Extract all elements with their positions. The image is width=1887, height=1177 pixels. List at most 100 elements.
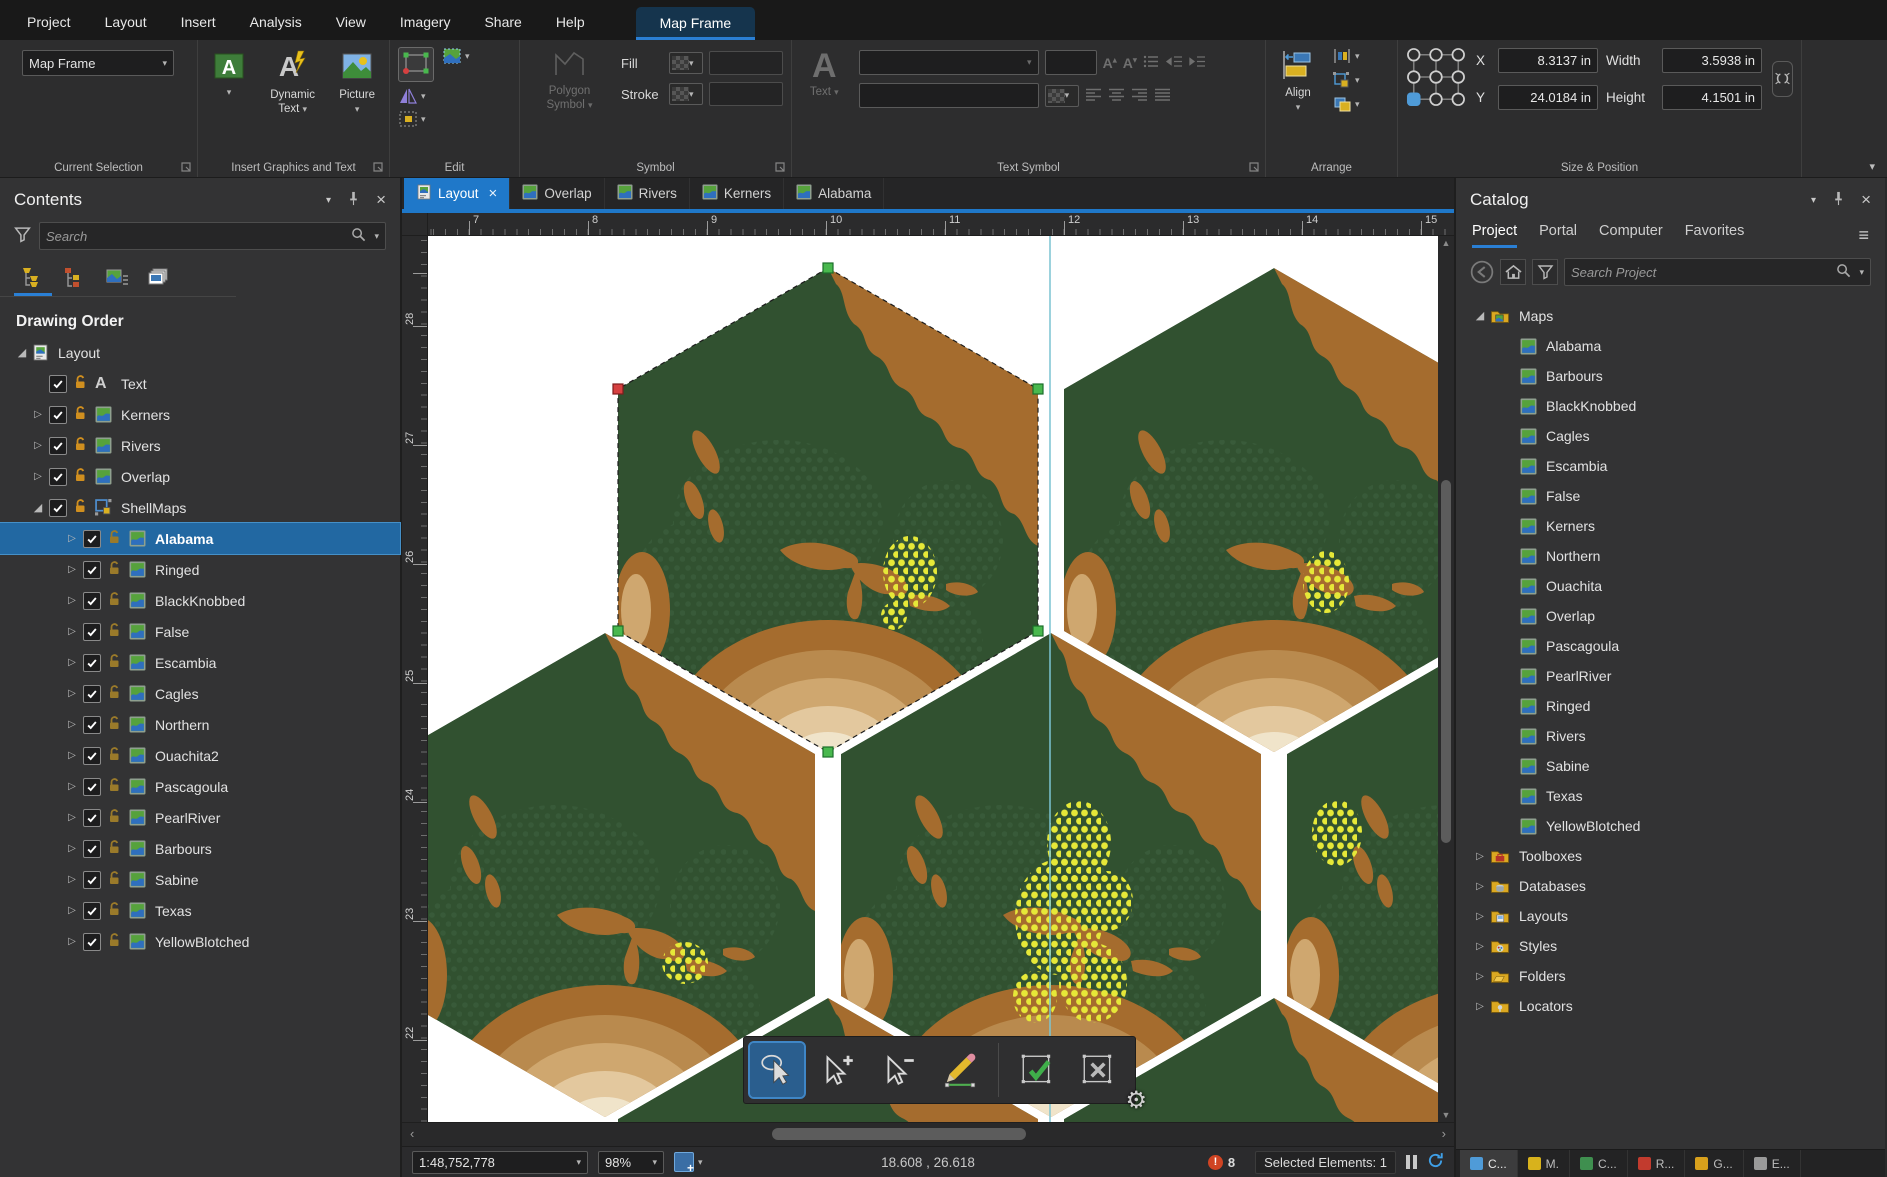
layout-tab[interactable]: Rivers <box>605 178 690 209</box>
catalog-map-item[interactable]: Northern <box>1456 541 1885 571</box>
close-panel-icon[interactable]: × <box>376 193 386 207</box>
visibility-checkbox[interactable] <box>83 685 101 703</box>
visibility-checkbox[interactable] <box>49 375 67 393</box>
contents-layer-row[interactable]: ▷ Cagles <box>0 678 400 709</box>
contents-layer-row[interactable]: ▷ Kerners <box>0 399 400 430</box>
layout-tab[interactable]: Layout × <box>404 178 510 209</box>
bullet-list-icon[interactable] <box>1143 54 1160 72</box>
dock-tab[interactable]: M. <box>1518 1150 1570 1177</box>
catalog-tab[interactable]: Favorites <box>1685 223 1745 248</box>
shrink-font-icon[interactable]: A▾ <box>1123 55 1137 71</box>
catalog-folder-item[interactable]: ▷ Folders <box>1456 961 1885 991</box>
align-button[interactable]: Align▾ <box>1274 47 1322 117</box>
expander-icon[interactable]: ▷ <box>64 905 80 916</box>
catalog-map-item[interactable]: Rivers <box>1456 721 1885 751</box>
expander-icon[interactable]: ▷ <box>64 874 80 885</box>
catalog-folder-item[interactable]: ▷ Databases <box>1456 871 1885 901</box>
width-value-field[interactable]: 3.5938 in <box>1662 48 1762 73</box>
catalog-map-item[interactable]: Pascagoula <box>1456 631 1885 661</box>
sketch-pencil-button[interactable] <box>933 1043 987 1097</box>
menu-item[interactable]: View <box>319 4 383 40</box>
catalog-map-item[interactable]: Ouachita <box>1456 571 1885 601</box>
close-tab-icon[interactable]: × <box>485 188 498 200</box>
cancel-edit-button[interactable] <box>1071 1043 1125 1097</box>
order-button[interactable]: ▾ <box>1332 95 1360 113</box>
refresh-icon[interactable] <box>1427 1152 1444 1172</box>
visibility-checkbox[interactable] <box>83 933 101 951</box>
pause-drawing-icon[interactable] <box>1406 1155 1417 1169</box>
layout-tab[interactable]: Kerners <box>690 178 784 209</box>
visibility-checkbox[interactable] <box>83 778 101 796</box>
justify-icon[interactable] <box>1154 87 1171 105</box>
contents-layer-row[interactable]: ▷ YellowBlotched <box>0 926 400 957</box>
contents-layer-row[interactable]: ▷ Northern <box>0 709 400 740</box>
catalog-tab[interactable]: Portal <box>1539 223 1577 248</box>
insert-text-button[interactable]: A ▾ <box>206 47 252 119</box>
height-value-field[interactable]: 4.1501 in <box>1662 85 1762 110</box>
vertical-scrollbar[interactable]: ▲ ▼ <box>1438 236 1454 1122</box>
dialog-launcher-icon[interactable] <box>372 161 384 173</box>
picture-button[interactable]: Picture ▾ <box>333 47 381 119</box>
align-left-icon[interactable] <box>1085 87 1102 105</box>
polygon-symbol-button[interactable]: Polygon Symbol ▾ <box>528 47 611 115</box>
catalog-search-input[interactable] <box>1571 265 1836 280</box>
expander-icon[interactable]: ▷ <box>64 688 80 699</box>
visibility-checkbox[interactable] <box>83 747 101 765</box>
visibility-checkbox[interactable] <box>49 406 67 424</box>
align-center-icon[interactable] <box>1108 87 1125 105</box>
grow-font-icon[interactable]: A▴ <box>1103 55 1117 71</box>
back-icon[interactable] <box>1470 260 1494 284</box>
font-combo[interactable]: ▾ <box>859 50 1039 75</box>
lasso-select-button[interactable] <box>750 1043 804 1097</box>
dynamic-text-button[interactable]: A Dynamic Text ▾ <box>258 47 327 119</box>
catalog-tab[interactable]: Computer <box>1599 223 1663 248</box>
flip-button[interactable]: ▾ <box>398 87 434 105</box>
selection-handle[interactable] <box>1033 626 1043 636</box>
context-tab-map-frame[interactable]: Map Frame <box>636 7 756 40</box>
expander-icon[interactable]: ▷ <box>1472 911 1488 922</box>
menu-item[interactable]: Help <box>539 4 602 40</box>
anchor-point-grid[interactable] <box>1406 47 1466 110</box>
visibility-checkbox[interactable] <box>83 530 101 548</box>
text-color-swatch[interactable]: ▾ <box>1045 85 1079 107</box>
visibility-checkbox[interactable] <box>49 468 67 486</box>
horizontal-scroll-thumb[interactable] <box>772 1128 1026 1140</box>
expander-icon[interactable]: ▷ <box>64 936 80 947</box>
font-size-combo[interactable] <box>1045 50 1097 75</box>
stroke-color-swatch[interactable]: ▾ <box>669 83 703 105</box>
contents-layer-row[interactable]: ▷ Rivers <box>0 430 400 461</box>
map-scale-combo[interactable]: 1:48,752,778 ▾ <box>412 1151 588 1174</box>
expander-icon[interactable]: ▷ <box>64 564 80 575</box>
expander-icon[interactable]: ▷ <box>1472 941 1488 952</box>
distribute-button[interactable]: ▾ <box>1332 47 1360 65</box>
catalog-map-item[interactable]: Kerners <box>1456 511 1885 541</box>
contents-root-layout[interactable]: ◢ Layout <box>0 337 400 368</box>
contents-layer-row[interactable]: ▷ Texas <box>0 895 400 926</box>
expander-icon[interactable]: ◢ <box>30 501 46 514</box>
visibility-checkbox[interactable] <box>83 561 101 579</box>
menu-item[interactable]: Share <box>467 4 538 40</box>
align-right-icon[interactable] <box>1131 87 1148 105</box>
remove-vertex-button[interactable] <box>872 1043 926 1097</box>
panel-menu-icon[interactable]: ▾ <box>326 195 331 206</box>
clip-button[interactable]: ▾ <box>398 110 434 128</box>
text-field-combo[interactable] <box>859 83 1039 108</box>
close-panel-icon[interactable]: × <box>1861 193 1871 207</box>
menu-item[interactable]: Project <box>10 4 88 40</box>
map-frame-navigation-button[interactable]: ▾ <box>674 1152 703 1172</box>
finish-edit-button[interactable] <box>1010 1043 1064 1097</box>
text-symbol-button[interactable]: A Text ▾ <box>800 47 849 108</box>
error-badge[interactable]: !8 <box>1208 1155 1235 1170</box>
contents-layer-row[interactable]: ▷ Barbours <box>0 833 400 864</box>
dialog-launcher-icon[interactable] <box>774 161 786 173</box>
contents-layer-row[interactable]: A Text <box>0 368 400 399</box>
contents-search-input[interactable] <box>46 229 351 244</box>
collapse-ribbon-icon[interactable]: ▾ <box>1869 160 1875 173</box>
catalog-folder-item[interactable]: ▷ Styles <box>1456 931 1885 961</box>
link-dimensions-icon[interactable] <box>1772 61 1793 97</box>
gear-icon[interactable]: ⚙ <box>1125 1086 1147 1115</box>
catalog-map-item[interactable]: Overlap <box>1456 601 1885 631</box>
select-graphic-button[interactable] <box>398 47 434 82</box>
horizontal-scrollbar[interactable]: ‹ › <box>402 1122 1454 1146</box>
contents-layer-row[interactable]: ▷ False <box>0 616 400 647</box>
